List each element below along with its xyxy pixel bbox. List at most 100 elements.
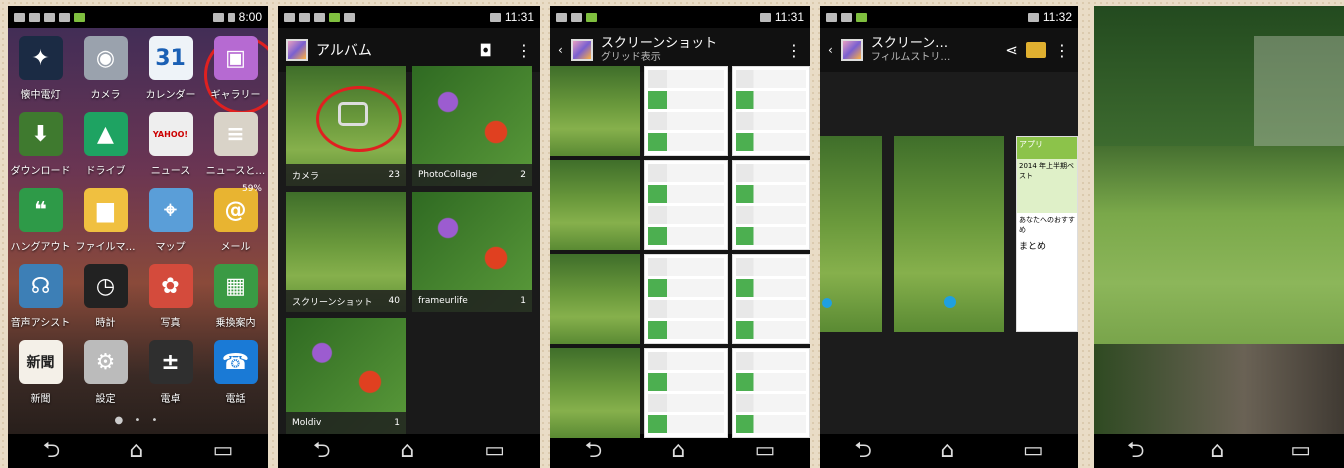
- app-list-row: [648, 70, 724, 88]
- app-train[interactable]: ▦ 乗換案内: [203, 264, 268, 340]
- home-button[interactable]: ⌂: [940, 440, 954, 462]
- battery-icon: [227, 12, 235, 22]
- grid-thumbnail[interactable]: [732, 348, 810, 438]
- app-mail[interactable]: @ メール: [203, 188, 268, 264]
- gallery-app-icon[interactable]: [286, 39, 308, 61]
- back-button[interactable]: ⮌: [585, 440, 603, 462]
- back-button[interactable]: ⮌: [43, 440, 61, 462]
- grid-thumbnail[interactable]: [550, 160, 640, 250]
- status-bar: 11:31: [278, 6, 540, 28]
- album-tile-screenshots[interactable]: スクリーンショット 40: [286, 192, 406, 312]
- recents-button[interactable]: ▭: [484, 440, 505, 462]
- navigation-bar: ⮌ ⌂ ▭: [1094, 434, 1344, 468]
- app-label: ドライブ: [85, 166, 126, 177]
- gallery-app-icon[interactable]: [570, 39, 593, 61]
- album-title[interactable]: アルバム: [316, 40, 471, 60]
- app-maps[interactable]: ⌖ マップ: [138, 188, 203, 264]
- app-newspaper[interactable]: 新聞 新聞: [8, 340, 73, 416]
- mail-icon: @: [213, 188, 258, 232]
- recents-button[interactable]: ▭: [755, 440, 776, 462]
- app-list-row: [736, 185, 806, 203]
- app-label: 時計: [95, 318, 116, 329]
- app-label: ファイルマ…: [75, 242, 136, 253]
- film-frame[interactable]: [820, 136, 882, 332]
- album-tile-frameurlife[interactable]: frameurlife 1: [412, 192, 532, 312]
- filmstrip-panel: 11:32 ‹ スクリーン… フィルムストリ… ⋖ ⋮ アプリ 2014 年上半…: [820, 6, 1078, 468]
- app-folder[interactable]: ▆ ファイルマ…: [73, 188, 138, 264]
- grid-thumbnail[interactable]: [644, 254, 728, 344]
- album-tile-moldiv[interactable]: Moldiv 1: [286, 318, 406, 434]
- grid-thumbnail[interactable]: [550, 254, 640, 344]
- app-phone[interactable]: ☎ 電話: [203, 340, 268, 416]
- back-button[interactable]: ⮌: [313, 440, 331, 462]
- overflow-menu-icon[interactable]: ⋮: [516, 41, 532, 60]
- app-camera[interactable]: ◉ カメラ: [73, 36, 138, 112]
- grid-thumbnail[interactable]: [732, 160, 810, 250]
- home-button[interactable]: ⌂: [1210, 440, 1224, 462]
- overflow-menu-icon[interactable]: ⋮: [1054, 41, 1070, 60]
- app-download[interactable]: ⬇ ダウンロード: [8, 112, 73, 188]
- app-list-row: [736, 133, 806, 151]
- grid-subtitle[interactable]: グリッド表示: [601, 52, 778, 63]
- app-list-row: [736, 352, 806, 370]
- album-tile-photocollage[interactable]: PhotoCollage 2: [412, 66, 532, 186]
- film-title: スクリーン…: [870, 36, 949, 52]
- app-list-row: [648, 185, 724, 203]
- gallery-app-icon[interactable]: [840, 39, 863, 61]
- app-google-news[interactable]: ≡ ニュースと…: [203, 112, 268, 188]
- app-calendar[interactable]: 31 カレンダー: [138, 36, 203, 112]
- app-yahoo-news[interactable]: YAHOO! ニュース: [138, 112, 203, 188]
- recents-button[interactable]: ▭: [213, 440, 234, 462]
- app-list-row: [736, 321, 806, 339]
- notification-icon: [14, 12, 25, 22]
- action-bar: ‹ スクリーン… フィルムストリ… ⋖ ⋮: [820, 28, 1078, 72]
- camera-icon[interactable]: ◘: [479, 41, 492, 60]
- garden-photo[interactable]: [1094, 6, 1344, 434]
- app-drive[interactable]: ▲ ドライブ: [73, 112, 138, 188]
- app-settings[interactable]: ⚙ 設定: [73, 340, 138, 416]
- back-button[interactable]: ⮌: [854, 440, 872, 462]
- app-hangouts[interactable]: ❝ ハングアウト: [8, 188, 73, 264]
- up-caret-icon[interactable]: ‹: [558, 43, 563, 57]
- app-voice-assist[interactable]: ☊ 音声アシスト: [8, 264, 73, 340]
- album-count: 2: [520, 170, 526, 180]
- film-frame[interactable]: [894, 136, 1004, 332]
- app-photos[interactable]: ✿ 写真: [138, 264, 203, 340]
- home-button[interactable]: ⌂: [129, 440, 143, 462]
- film-frame-screenshot[interactable]: アプリ 2014 年上半期ベスト あなたへのおすすめ まとめ: [1016, 136, 1078, 332]
- grid-thumbnail[interactable]: [732, 66, 810, 156]
- notification-icon: [556, 12, 567, 22]
- grid-thumbnail[interactable]: [732, 254, 810, 344]
- app-calculator[interactable]: ± 電卓: [138, 340, 203, 416]
- up-caret-icon[interactable]: ‹: [828, 43, 833, 57]
- yahoo-news-icon: YAHOO!: [148, 112, 193, 156]
- home-button[interactable]: ⌂: [400, 440, 414, 462]
- newspaper-icon: 新聞: [18, 340, 63, 384]
- app-list-row: [736, 70, 806, 88]
- notification-icon: [59, 12, 70, 22]
- album-tile-camera[interactable]: カメラ 23: [286, 66, 406, 186]
- notification-icon: [284, 12, 295, 22]
- film-subtitle[interactable]: フィルムストリ…: [871, 52, 998, 63]
- mail-share-icon[interactable]: [1026, 42, 1046, 58]
- grid-thumbnail[interactable]: [644, 160, 728, 250]
- back-button[interactable]: ⮌: [1127, 440, 1145, 462]
- recents-button[interactable]: ▭: [1023, 440, 1044, 462]
- navigation-bar: ⮌ ⌂ ▭: [820, 434, 1078, 468]
- app-list-row: [736, 300, 806, 318]
- app-list-row: [648, 112, 724, 130]
- screenshot-grid-panel: 11:31 ‹ スクリーンショット グリッド表示 ⋮ ⮌ ⌂ ▭: [550, 6, 810, 468]
- app-flashlight[interactable]: ✦ 懐中電灯: [8, 36, 73, 112]
- home-button[interactable]: ⌂: [671, 440, 685, 462]
- app-clock[interactable]: ◷ 時計: [73, 264, 138, 340]
- grid-thumbnail[interactable]: [550, 348, 640, 438]
- share-icon[interactable]: ⋖: [1005, 41, 1018, 59]
- recents-button[interactable]: ▭: [1290, 440, 1311, 462]
- app-gallery[interactable]: ▣ ギャラリー: [203, 36, 268, 112]
- shutter-dot-icon: [944, 296, 956, 308]
- overflow-menu-icon[interactable]: ⋮: [786, 41, 802, 60]
- navigation-bar: ⮌ ⌂ ▭: [550, 434, 810, 468]
- grid-thumbnail[interactable]: [550, 66, 640, 156]
- grid-thumbnail[interactable]: [644, 66, 728, 156]
- grid-thumbnail[interactable]: [644, 348, 728, 438]
